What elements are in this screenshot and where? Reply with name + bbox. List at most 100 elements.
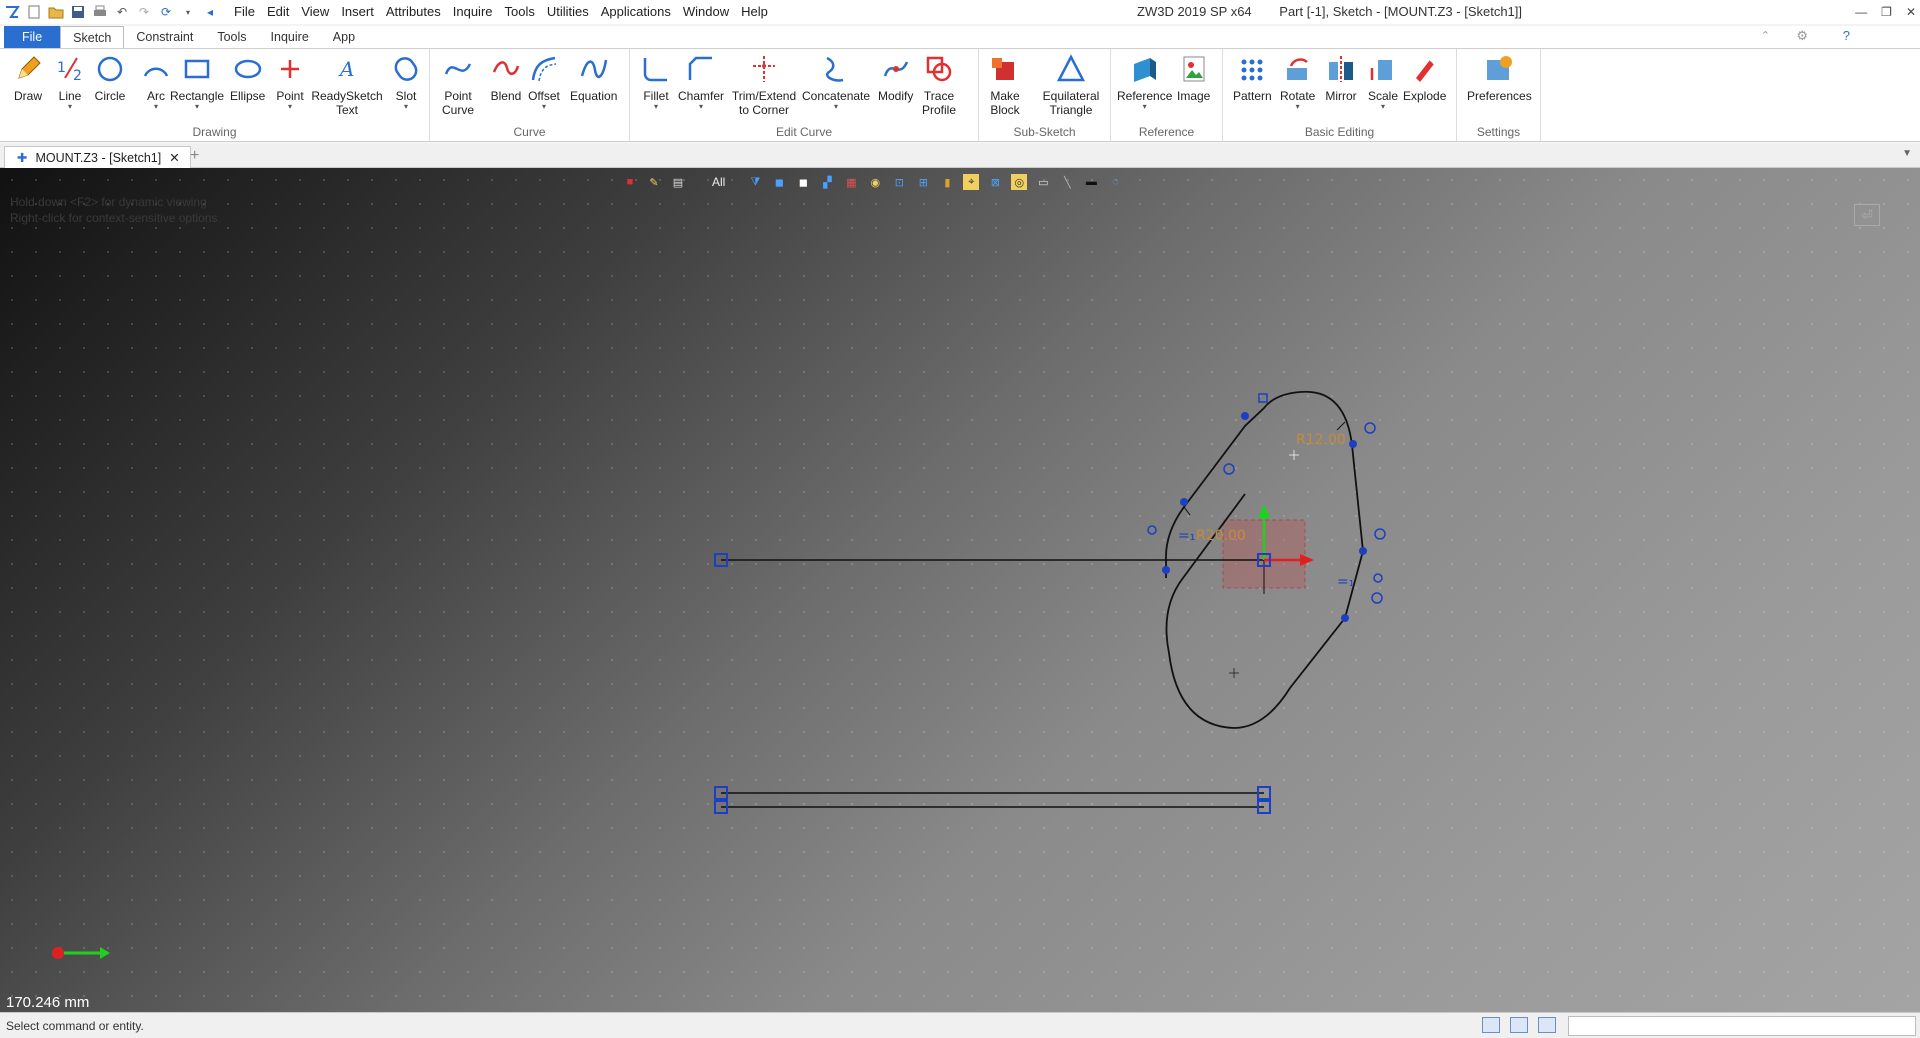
dimension-r12[interactable]: R12.00 [1296,432,1346,448]
menu-inquire[interactable]: Inquire [447,0,499,24]
tab-app[interactable]: App [321,26,367,48]
menu-edit[interactable]: Edit [261,0,295,24]
trim-extend-button[interactable]: Trim/Extend to Corner [730,53,798,117]
ellipse-button[interactable]: Ellipse [230,53,265,103]
menu-applications[interactable]: Applications [595,0,677,24]
line-dropdown-icon[interactable]: ▾ [68,103,72,111]
tab-inquire[interactable]: Inquire [259,26,321,48]
ribbon-collapse-icon[interactable]: ⌃ [1761,29,1770,42]
menu-file[interactable]: File [228,0,261,24]
point-dropdown-icon[interactable]: ▾ [288,103,292,111]
readysketch-text-button[interactable]: A ReadySketch Text [311,53,382,117]
rotate-button[interactable]: Rotate ▾ [1280,53,1315,111]
vertex-point[interactable] [1162,566,1170,574]
concatenate-button[interactable]: Concatenate ▾ [802,53,870,111]
equal-constraint-icon[interactable]: =₁ [1178,528,1195,544]
menu-tools[interactable]: Tools [499,0,541,24]
rectangle-dropdown-icon[interactable]: ▾ [195,103,199,111]
point-button[interactable]: Point ▾ [274,53,306,111]
tab-file[interactable]: File [4,26,61,48]
redo-icon[interactable]: ↷ [136,4,152,20]
coincident-constraint-icon[interactable] [1147,525,1157,535]
vertex-point[interactable] [1180,498,1188,506]
tangent-constraint-icon[interactable] [1371,592,1383,604]
open-folder-icon[interactable] [48,4,64,20]
restore-icon[interactable]: ❐ [1881,5,1892,19]
close-icon[interactable]: ✕ [1906,5,1916,19]
minimize-icon[interactable]: — [1855,5,1867,19]
graphics-viewport[interactable]: Hold down <F2> for dynamic viewing Right… [0,168,1920,1012]
equal-constraint-icon[interactable]: =₁ [1337,574,1354,590]
menu-view[interactable]: View [295,0,335,24]
constraint-marker[interactable] [1258,393,1268,403]
line-button[interactable]: 12 Line ▾ [54,53,86,111]
offset-dropdown-icon[interactable]: ▾ [542,103,546,111]
chamfer-button[interactable]: Chamfer ▾ [678,53,724,111]
draw-button[interactable]: Draw [12,53,44,103]
reference-button[interactable]: Reference ▾ [1117,53,1172,111]
tab-sketch[interactable]: Sketch [60,26,125,48]
menu-help[interactable]: Help [735,0,774,24]
add-tab-icon[interactable]: + [190,147,199,165]
tangent-constraint-icon[interactable] [1223,463,1235,475]
trace-profile-button[interactable]: Trace Profile [922,53,956,117]
slot-button[interactable]: Slot ▾ [390,53,422,111]
vertex-point[interactable] [1241,412,1249,420]
app-logo-icon[interactable] [4,4,20,20]
help-icon[interactable]: ? [1843,28,1850,43]
image-button[interactable]: Image [1177,53,1210,103]
blend-button[interactable]: Blend [490,53,522,103]
print-icon[interactable] [92,4,108,20]
sketch-canvas[interactable]: =₁ =₁ R12.00 R20.00 [0,168,1920,1012]
rotate-dropdown-icon[interactable]: ▾ [1296,103,1300,111]
back-arrow-icon[interactable]: ◂ [202,4,218,20]
concatenate-dropdown-icon[interactable]: ▾ [834,103,838,111]
scale-button[interactable]: Scale ▾ [1367,53,1399,111]
tangent-constraint-icon[interactable] [1364,422,1376,434]
settings-gear-icon[interactable]: ⚙ [1796,28,1808,44]
scale-dropdown-icon[interactable]: ▾ [1381,103,1385,111]
vertex-point[interactable] [1341,614,1349,622]
fillet-button[interactable]: Fillet ▾ [640,53,672,111]
vertex-point[interactable] [1359,547,1367,555]
point-curve-button[interactable]: Point Curve [442,53,474,117]
rectangle-button[interactable]: Rectangle ▾ [170,53,224,111]
refresh-icon[interactable]: ⟳ [158,4,174,20]
tangent-constraint-icon[interactable] [1374,528,1386,540]
undo-icon[interactable]: ↶ [114,4,130,20]
dropdown-icon[interactable]: ▾ [180,4,196,20]
tab-tools[interactable]: Tools [205,26,258,48]
modify-button[interactable]: Modify [878,53,913,103]
close-tab-icon[interactable]: ✕ [169,150,179,165]
coincident-constraint-icon[interactable] [1373,573,1383,583]
menu-attributes[interactable]: Attributes [380,0,447,24]
arc-dropdown-icon[interactable]: ▾ [154,103,158,111]
document-tab[interactable]: ✚ MOUNT.Z3 - [Sketch1] ✕ [4,146,191,168]
menu-insert[interactable]: Insert [335,0,380,24]
monitor-icon[interactable] [1510,1017,1528,1033]
slot-dropdown-icon[interactable]: ▾ [404,103,408,111]
preferences-button[interactable]: Preferences [1467,53,1532,103]
equilateral-triangle-button[interactable]: Equilateral Triangle [1039,53,1103,117]
vertex-point[interactable] [1349,440,1357,448]
save-icon[interactable] [70,4,86,20]
circle-button[interactable]: Circle [94,53,126,103]
tab-menu-icon[interactable]: ▼ [1902,148,1912,159]
fillet-dropdown-icon[interactable]: ▾ [654,103,658,111]
equation-button[interactable]: Equation [570,53,617,103]
menu-utilities[interactable]: Utilities [541,0,595,24]
tab-constraint[interactable]: Constraint [124,26,205,48]
list-view-icon[interactable] [1538,1017,1556,1033]
mirror-button[interactable]: Mirror [1325,53,1357,103]
menu-window[interactable]: Window [677,0,735,24]
arc-button[interactable]: Arc ▾ [140,53,172,111]
new-file-icon[interactable] [26,4,42,20]
chamfer-dropdown-icon[interactable]: ▾ [699,103,703,111]
offset-button[interactable]: Offset ▾ [528,53,560,111]
command-input[interactable] [1568,1016,1916,1036]
make-block-button[interactable]: Make Block [989,53,1021,117]
explode-button[interactable]: Explode [1403,53,1446,103]
reference-dropdown-icon[interactable]: ▾ [1143,103,1147,111]
layout-icon[interactable] [1482,1017,1500,1033]
dimension-r20[interactable]: R20.00 [1196,528,1246,544]
